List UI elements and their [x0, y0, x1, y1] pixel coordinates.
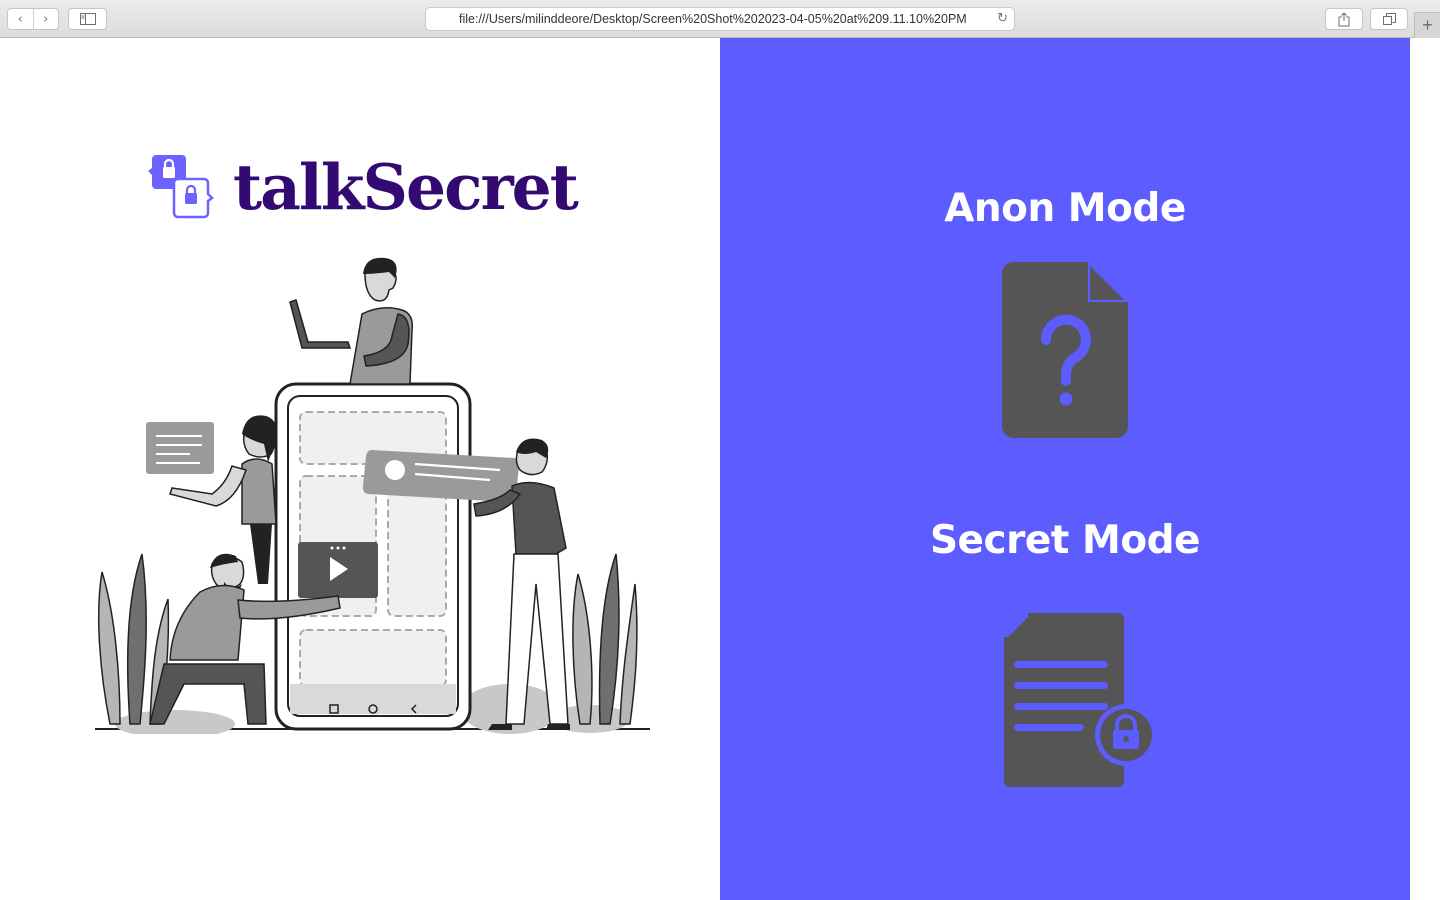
people-with-phone-illustration [95, 257, 650, 734]
nav-buttons: ‹ › [7, 8, 59, 30]
share-icon [1338, 11, 1350, 26]
browser-toolbar: ‹ › file:///Users/milinddeore/Desktop/Sc… [0, 0, 1440, 38]
right-gutter [1410, 38, 1440, 900]
anon-mode-title[interactable]: Anon Mode [720, 186, 1410, 231]
secret-mode-title[interactable]: Secret Mode [720, 518, 1410, 563]
back-button[interactable]: ‹ [8, 9, 33, 29]
forward-button[interactable]: › [32, 9, 59, 29]
sidebar-icon [79, 13, 96, 25]
chat-lock-icon [148, 155, 214, 219]
new-tab-button[interactable]: + [1414, 12, 1440, 38]
sidebar-toggle-button[interactable] [68, 8, 107, 30]
brand-name: talkSecret [233, 150, 579, 224]
chevron-right-icon: › [43, 11, 49, 27]
address-url: file:///Users/milinddeore/Desktop/Screen… [459, 12, 967, 26]
reload-icon[interactable]: ↻ [997, 8, 1008, 30]
left-panel: talkSecret [0, 38, 720, 900]
tabs-overview-button[interactable] [1370, 8, 1408, 30]
chevron-left-icon: ‹ [17, 11, 23, 27]
mode-panel: Anon Mode Secret Mode [720, 38, 1410, 900]
file-question-icon[interactable] [1002, 262, 1128, 438]
tabs-icon [1382, 12, 1396, 25]
plus-icon: + [1422, 15, 1433, 35]
address-bar[interactable]: file:///Users/milinddeore/Desktop/Screen… [425, 7, 1015, 31]
file-lock-icon[interactable] [1002, 613, 1158, 787]
share-button[interactable] [1325, 8, 1363, 30]
